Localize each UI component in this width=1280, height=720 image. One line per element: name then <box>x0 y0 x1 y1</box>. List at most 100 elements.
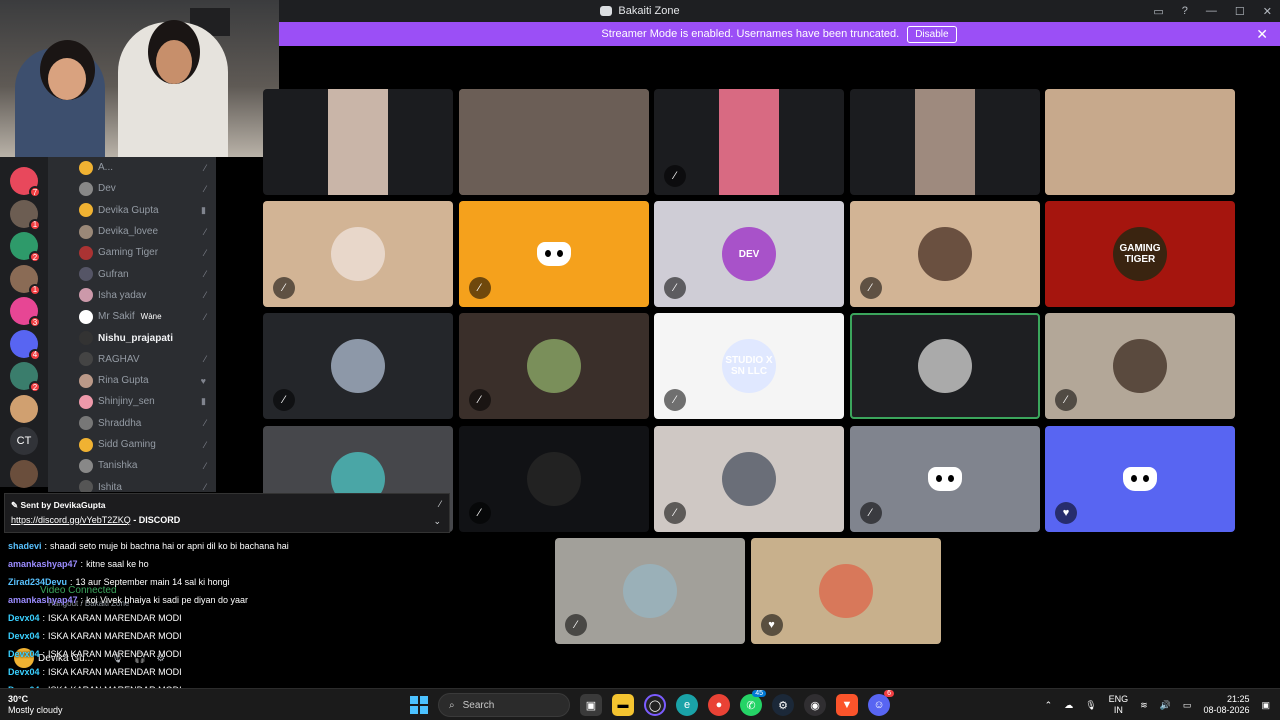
whatsapp-icon[interactable]: ✆ 45 <box>740 690 766 716</box>
voice-member[interactable]: Shinjiny_sen ▮ <box>48 391 216 412</box>
participant-tile[interactable] <box>1045 89 1235 195</box>
voice-member[interactable]: Nishu_prajapati <box>48 327 216 348</box>
voice-member[interactable]: RAGHAV ⁄ <box>48 349 216 370</box>
edge-icon[interactable]: e <box>676 694 698 716</box>
participant-tile[interactable]: ⁄ <box>263 313 453 420</box>
invite-link[interactable]: https://discord.gg/vYebT2ZKQ <box>11 515 131 525</box>
participant-tile[interactable] <box>849 89 1040 195</box>
chat-username[interactable]: Zirad234Devu <box>8 577 67 587</box>
chat-message: amankashyap47: kitne saal ke ho <box>8 555 288 573</box>
mention-badge: 7 <box>29 186 41 198</box>
participant-tile[interactable]: ♥ <box>1045 425 1235 532</box>
app-icon[interactable]: ◯ <box>644 694 666 716</box>
server-icon[interactable]: 7 <box>10 167 41 198</box>
participant-tile[interactable]: ⁄ <box>458 313 649 420</box>
chat-overlay-popup: ✎ Sent by DevikaGupta https://discord.gg… <box>4 493 450 533</box>
discord-logo-icon <box>927 466 962 491</box>
language-indicator[interactable]: ENG IN <box>1109 694 1129 716</box>
participant-tile[interactable]: ⁄ <box>849 425 1040 532</box>
discord-logo-icon <box>1123 466 1157 491</box>
participant-tile[interactable] <box>849 313 1040 420</box>
server-icon[interactable] <box>10 394 38 423</box>
minimize-button[interactable]: — <box>1206 5 1217 17</box>
disable-streamer-mode-button[interactable]: Disable <box>907 25 957 43</box>
server-icon[interactable]: 1 <box>10 199 41 231</box>
battery-icon[interactable]: ▭ <box>1183 700 1192 711</box>
maximize-button[interactable]: ☐ <box>1235 5 1245 18</box>
chrome-icon[interactable]: ● <box>708 694 730 716</box>
taskbar-search[interactable]: ⌕ Search <box>438 693 570 717</box>
start-button[interactable] <box>410 696 428 714</box>
participant-tile[interactable]: GAMING TIGER <box>1045 201 1235 308</box>
muted-icon: ▮ <box>201 204 206 215</box>
chat-username[interactable]: Devx04 <box>8 631 40 641</box>
chevron-down-icon[interactable]: ⌄ <box>433 516 441 527</box>
participant-tile[interactable]: ⁄ <box>1045 313 1235 420</box>
video-feed <box>914 89 975 195</box>
chat-username[interactable]: amankashyap47 <box>8 559 78 569</box>
participant-tile[interactable]: ⁄ <box>263 201 453 308</box>
help-icon[interactable]: ? <box>1182 5 1188 17</box>
volume-icon[interactable]: 🔊 <box>1160 700 1171 711</box>
voice-member[interactable]: A... ⁄ <box>48 157 216 178</box>
voice-member[interactable]: Rina Gupta ♥ <box>48 370 216 391</box>
window-title: Bakaiti Zone <box>618 5 680 17</box>
voice-member[interactable]: Ishita ⁄ <box>48 476 216 492</box>
participant-tile[interactable]: ♥ <box>750 537 941 644</box>
participant-tile[interactable]: DEV ⁄ <box>654 201 844 308</box>
inbox-icon[interactable]: ▭ <box>1153 5 1163 18</box>
cloud-icon[interactable]: ☁ <box>1064 700 1073 711</box>
chevron-up-icon[interactable]: ⌃ <box>1045 700 1053 711</box>
participant-tile[interactable]: ⁄ <box>458 425 649 532</box>
chat-username[interactable]: Devx04 <box>8 667 40 677</box>
member-name: Gufran <box>98 268 129 280</box>
participant-tile[interactable]: STUDIO X SN LLC ⁄ <box>654 313 844 420</box>
chat-username[interactable]: Devx04 <box>8 649 40 659</box>
mic-tray-icon[interactable]: 🎙 <box>1085 700 1096 711</box>
weather-widget[interactable]: 30°C Mostly cloudy <box>8 694 63 716</box>
voice-member[interactable]: Mr Sakif Wàne ⁄ <box>48 306 216 327</box>
close-window-button[interactable]: ✕ <box>1263 5 1272 18</box>
steam-icon[interactable]: ⚙ <box>772 694 794 716</box>
server-icon[interactable]: 1 <box>10 264 41 296</box>
participant-tile[interactable]: ⁄ <box>555 537 745 644</box>
muted-mic-icon: ⁄ <box>565 613 587 636</box>
voice-member[interactable]: Devika_lovee ⁄ <box>48 221 216 242</box>
file-explorer-icon[interactable]: ▬ <box>612 694 634 716</box>
server-icon[interactable]: 3 <box>10 297 41 328</box>
voice-member[interactable]: Tanishka ⁄ <box>48 455 216 476</box>
chat-username[interactable]: Devx04 <box>8 613 40 623</box>
participant-tile[interactable]: ⁄ <box>654 425 844 532</box>
chat-username[interactable]: shadevi <box>8 541 42 551</box>
member-name: Rina Gupta <box>98 375 149 387</box>
clock[interactable]: 21:25 08-08-2026 <box>1203 694 1249 716</box>
voice-member[interactable]: Devika Gupta ▮ <box>48 200 216 221</box>
participant-tile[interactable]: ⁄ <box>458 201 649 308</box>
voice-member[interactable]: Gufran ⁄ <box>48 263 216 284</box>
chat-username[interactable]: amankashyap47 <box>8 595 78 605</box>
user-avatar <box>917 339 972 394</box>
brave-icon[interactable]: ▼ <box>836 694 858 716</box>
voice-member[interactable]: Shraddha ⁄ <box>48 413 216 434</box>
task-view-icon[interactable]: ▣ <box>580 694 602 716</box>
participant-tile[interactable] <box>263 89 453 195</box>
participant-tile[interactable]: ⁄ <box>654 89 844 195</box>
discord-taskbar-icon[interactable]: ☺ 6 <box>868 690 894 716</box>
close-banner-icon[interactable]: ✕ <box>1256 26 1268 43</box>
voice-member[interactable]: Isha yadav ⁄ <box>48 285 216 306</box>
server-icon[interactable]: 2 <box>10 232 41 263</box>
mention-badge: 1 <box>29 218 41 231</box>
server-icon[interactable] <box>10 459 38 488</box>
voice-member[interactable]: Sidd Gaming ⁄ <box>48 434 216 455</box>
obs-icon[interactable]: ◉ <box>804 694 826 716</box>
participant-tile[interactable]: ⁄ <box>849 201 1040 308</box>
wifi-icon[interactable]: ≋ <box>1140 700 1148 711</box>
voice-member[interactable]: Gaming Tiger ⁄ <box>48 242 216 263</box>
voice-member[interactable]: Dev ⁄ <box>48 178 216 199</box>
participant-tile[interactable] <box>458 89 649 195</box>
notification-icon[interactable]: ▣ <box>1261 700 1270 711</box>
server-icon[interactable]: 4 <box>10 329 41 361</box>
server-icon[interactable]: CT <box>10 427 38 455</box>
mute-icon[interactable]: ⁄ <box>439 499 441 509</box>
server-icon[interactable]: 2 <box>10 362 41 393</box>
